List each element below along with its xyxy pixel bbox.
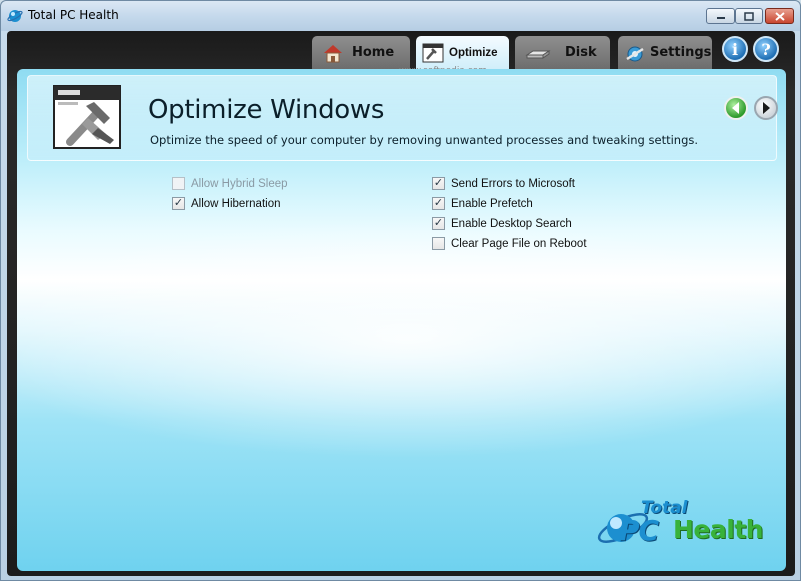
option-label: Clear Page File on Reboot (451, 237, 587, 250)
option-label: Allow Hibernation (191, 197, 281, 210)
page-description: Optimize the speed of your computer by r… (150, 133, 699, 147)
app-window: Total PC Health Home Optimize Disk Setti… (0, 0, 801, 581)
option-label: Allow Hybrid Sleep (191, 177, 288, 190)
window-title: Total PC Health (28, 8, 119, 22)
arrow-right-icon (763, 102, 770, 114)
optimize-icon (422, 43, 444, 63)
minimize-icon (716, 17, 725, 19)
background-swoosh (17, 219, 786, 459)
page-header: Optimize Windows Optimize the speed of y… (27, 75, 778, 161)
info-button[interactable]: i (722, 36, 748, 62)
logo-pc-text: PC (619, 514, 659, 547)
close-button[interactable] (765, 8, 794, 24)
option-label: Enable Desktop Search (451, 217, 572, 230)
minimize-button[interactable] (706, 8, 735, 24)
tab-disk[interactable]: Disk (515, 36, 610, 69)
option-allow-hybrid-sleep[interactable]: Allow Hybrid Sleep (172, 177, 288, 190)
option-label: Send Errors to Microsoft (451, 177, 575, 190)
disk-icon (525, 49, 551, 59)
arrow-left-icon (732, 102, 739, 114)
settings-icon (626, 46, 644, 61)
info-icon: i (731, 39, 739, 59)
checkbox-allow-hybrid-sleep[interactable] (172, 177, 185, 190)
forward-button[interactable] (754, 96, 778, 120)
logo-health-text: Health (673, 515, 764, 544)
tab-home-label: Home (352, 45, 395, 60)
option-enable-desktop-search[interactable]: ✓ Enable Desktop Search (432, 217, 572, 230)
page-title: Optimize Windows (148, 95, 385, 125)
help-icon: ? (761, 39, 771, 59)
back-button[interactable] (724, 96, 748, 120)
option-clear-page-file[interactable]: Clear Page File on Reboot (432, 237, 587, 250)
tools-window-icon (53, 85, 121, 149)
house-icon (324, 44, 342, 62)
tab-settings-label: Settings (650, 45, 712, 60)
maximize-button[interactable] (735, 8, 763, 24)
title-bar[interactable]: Total PC Health (1, 1, 800, 31)
option-enable-prefetch[interactable]: ✓ Enable Prefetch (432, 197, 533, 210)
checkbox-clear-page-file[interactable] (432, 237, 445, 250)
option-send-errors[interactable]: ✓ Send Errors to Microsoft (432, 177, 575, 190)
option-allow-hibernation[interactable]: ✓ Allow Hibernation (172, 197, 281, 210)
tab-home[interactable]: Home (312, 36, 410, 69)
help-button[interactable]: ? (753, 36, 779, 62)
close-icon (774, 11, 785, 21)
app-globe-icon (7, 10, 23, 22)
checkbox-enable-prefetch[interactable]: ✓ (432, 197, 445, 210)
tab-optimize-label: Optimize (449, 47, 498, 59)
tab-disk-label: Disk (565, 45, 597, 60)
checkbox-send-errors[interactable]: ✓ (432, 177, 445, 190)
tab-settings[interactable]: Settings (618, 36, 712, 69)
checkbox-enable-desktop-search[interactable]: ✓ (432, 217, 445, 230)
checkbox-allow-hibernation[interactable]: ✓ (172, 197, 185, 210)
tab-optimize[interactable]: Optimize (416, 36, 509, 70)
option-label: Enable Prefetch (451, 197, 533, 210)
maximize-icon (744, 11, 754, 21)
